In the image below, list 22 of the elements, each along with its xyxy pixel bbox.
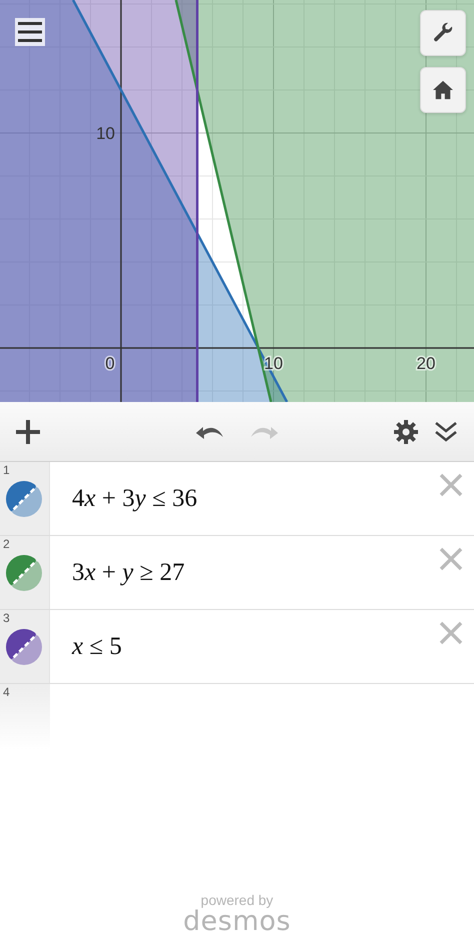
double-chevron-icon (434, 420, 458, 442)
menu-icon (18, 21, 42, 43)
close-icon (439, 473, 463, 497)
wrench-icon (432, 22, 454, 44)
axis-label: 20 (416, 354, 436, 373)
settings-button[interactable] (420, 10, 466, 56)
expression-number: 3 (3, 612, 10, 624)
close-icon (439, 547, 463, 571)
expression-number: 2 (3, 538, 10, 550)
axis-label: 10 (96, 124, 115, 143)
powered-by-text: powered by (200, 893, 274, 907)
expression-number: 4 (3, 686, 10, 698)
expression-text[interactable]: 4x + 3y ≤ 36 (72, 480, 198, 518)
expression-number: 1 (3, 464, 10, 476)
menu-button[interactable] (15, 18, 45, 46)
home-button[interactable] (420, 67, 466, 113)
plus-icon (16, 420, 40, 444)
expression-text[interactable]: x ≤ 5 (72, 628, 122, 666)
close-icon (439, 621, 463, 645)
expression-text[interactable]: 3x + y ≥ 27 (72, 554, 185, 592)
home-icon (432, 80, 454, 100)
axis-label: 0 (105, 354, 115, 373)
